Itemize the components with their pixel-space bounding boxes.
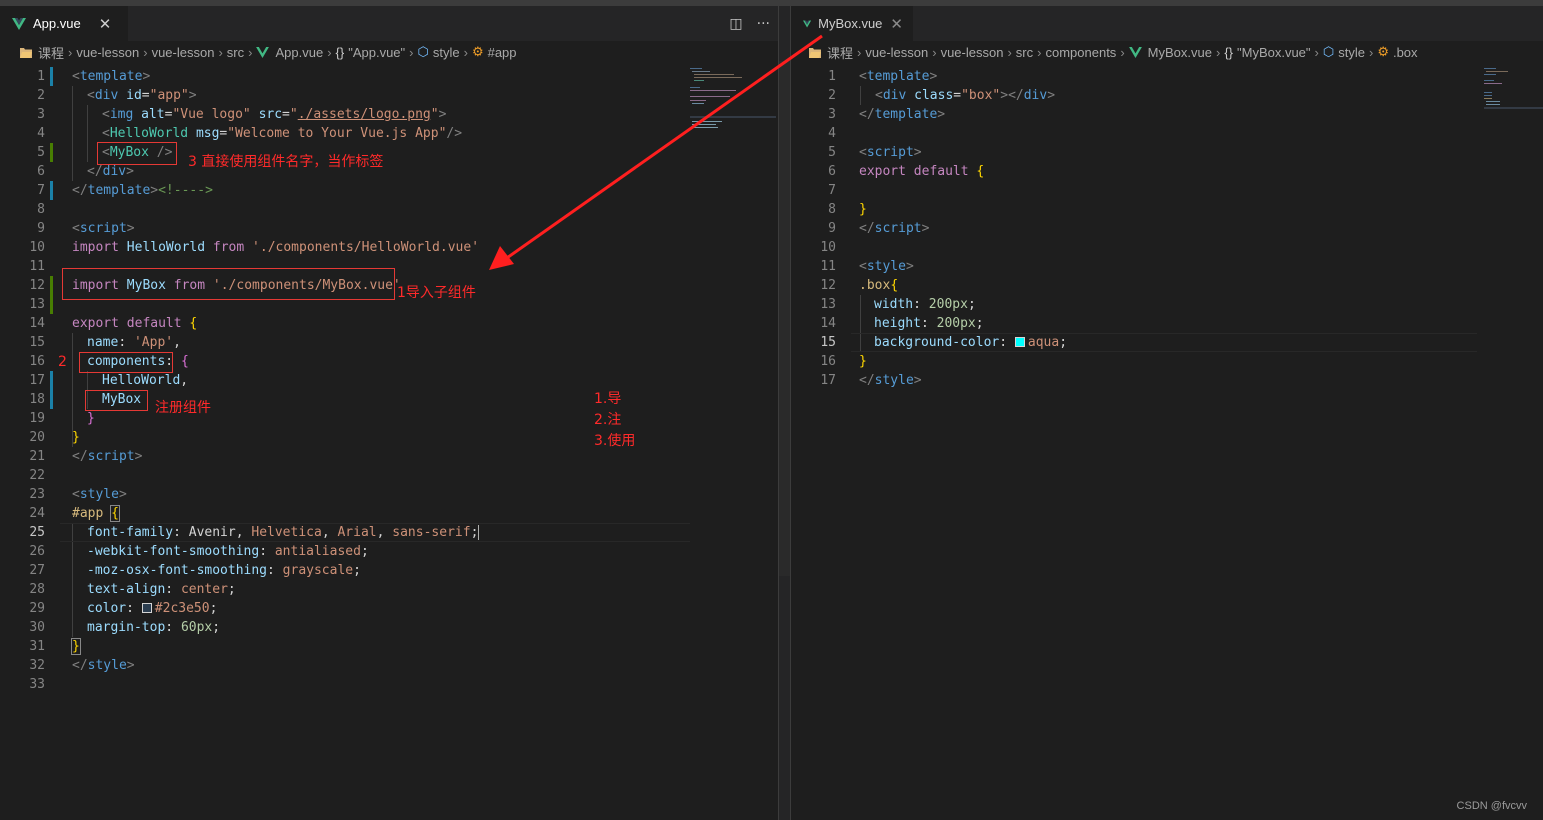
- close-icon[interactable]: ✕: [890, 15, 903, 33]
- editor-group-left: App.vue ✕ ◫ ··· 课程 › vue-lesson › vue-le…: [0, 6, 778, 820]
- breadcrumb-item[interactable]: 课程: [809, 43, 853, 62]
- breadcrumb-item[interactable]: {} "MyBox.vue": [1224, 45, 1310, 60]
- code-editor[interactable]: 1 <template> 2 <div class="box"></div> 3 </…: [791, 67, 1543, 820]
- chevron-right-icon: ›: [409, 44, 414, 60]
- breadcrumb-item[interactable]: ⚙ #app: [472, 44, 517, 60]
- gutter-added-marker: [50, 276, 53, 314]
- editor-group-right: MyBox.vue ✕ 课程 › vue-lesson › vue-lesson…: [791, 6, 1543, 820]
- breadcrumb-item[interactable]: ⬡ style: [1323, 44, 1365, 60]
- gutter-modified-marker: [50, 181, 53, 200]
- tab-app-vue[interactable]: App.vue ✕: [0, 6, 128, 41]
- close-icon[interactable]: ✕: [99, 15, 112, 33]
- indent-guide: [87, 371, 88, 409]
- color-swatch[interactable]: [141, 603, 152, 613]
- cube-icon: ⬡: [1322, 44, 1335, 59]
- chevron-right-icon: ›: [68, 44, 73, 60]
- chevron-right-icon: ›: [1120, 44, 1125, 60]
- breadcrumb-item[interactable]: ⚙ .box: [1377, 44, 1417, 60]
- breadcrumb: 课程 › vue-lesson › vue-lesson › src › App…: [0, 41, 778, 63]
- chevron-right-icon: ›: [143, 44, 148, 60]
- gutter-modified-marker: [50, 67, 53, 86]
- chevron-right-icon: ›: [1314, 44, 1319, 60]
- breadcrumb-item[interactable]: vue-lesson: [941, 45, 1004, 60]
- chevron-right-icon: ›: [1007, 44, 1012, 60]
- scrollbar-thumb[interactable]: [779, 61, 790, 576]
- braces-icon: {}: [335, 44, 345, 60]
- annotation-summary: 1.导 2.注 3.使用: [594, 389, 635, 452]
- indent-guide: [87, 105, 88, 162]
- symbol-tag-icon: ⚙: [1377, 44, 1389, 59]
- chevron-right-icon: ›: [1368, 44, 1374, 60]
- tab-label: MyBox.vue: [818, 16, 883, 31]
- chevron-right-icon: ›: [248, 44, 253, 60]
- chevron-right-icon: ›: [218, 44, 223, 60]
- vue-file-icon: [12, 17, 26, 30]
- tab-bar: MyBox.vue ✕: [791, 6, 1543, 41]
- summary-item: 2.注: [594, 412, 622, 428]
- folder-icon: [809, 47, 821, 58]
- breadcrumb-item[interactable]: src: [1016, 45, 1033, 60]
- minimap[interactable]: [690, 67, 776, 137]
- breadcrumb: 课程 › vue-lesson › vue-lesson › src › com…: [791, 41, 1543, 63]
- chevron-right-icon: ›: [857, 44, 862, 60]
- indent-guide: [860, 86, 861, 105]
- folder-icon: [20, 47, 32, 58]
- tab-mybox-vue[interactable]: MyBox.vue ✕: [791, 6, 913, 41]
- chevron-right-icon: ›: [1037, 44, 1042, 60]
- gutter-added-marker: [50, 143, 53, 162]
- breadcrumb-item[interactable]: ⬡ style: [418, 44, 460, 60]
- summary-item: 1.导: [594, 391, 622, 407]
- summary-item: 3.使用: [594, 433, 636, 449]
- watermark: CSDN @fvcvv: [1456, 800, 1527, 812]
- tab-label: App.vue: [33, 16, 81, 31]
- chevron-right-icon: ›: [327, 44, 332, 60]
- chevron-right-icon: ›: [1215, 44, 1221, 60]
- editor-split-sash[interactable]: [778, 6, 791, 820]
- vue-file-icon: [1128, 46, 1142, 58]
- gutter-modified-marker: [50, 371, 53, 409]
- breadcrumb-item[interactable]: vue-lesson: [865, 45, 928, 60]
- vue-file-icon: [803, 20, 812, 27]
- chevron-right-icon: ›: [463, 44, 468, 60]
- braces-icon: {}: [1224, 44, 1233, 60]
- breadcrumb-item[interactable]: 课程: [20, 43, 64, 62]
- code-editor[interactable]: 1 <template> 2 <div id="app"> 3 <img alt="V…: [0, 67, 778, 820]
- breadcrumb-item[interactable]: components: [1045, 45, 1116, 60]
- vue-file-icon: [256, 46, 270, 58]
- tab-bar: App.vue ✕ ◫ ···: [0, 6, 778, 41]
- breadcrumb-item[interactable]: vue-lesson: [76, 45, 139, 60]
- split-editor-icon[interactable]: ◫: [729, 16, 742, 32]
- indent-guide: [72, 86, 73, 181]
- breadcrumb-item[interactable]: App.vue: [256, 45, 323, 60]
- chevron-right-icon: ›: [932, 44, 937, 60]
- annotation-register: 注册组件: [155, 400, 211, 416]
- more-actions-icon[interactable]: ···: [757, 16, 770, 32]
- editor-actions: ◫ ···: [729, 6, 770, 41]
- annotation-step3: 3 直接使用组件名字，当作标签: [188, 154, 384, 170]
- symbol-tag-icon: ⚙: [471, 44, 484, 59]
- annotation-step1: 1导入子组件: [397, 285, 476, 301]
- annotation-step2-number: 2: [58, 354, 67, 370]
- cube-icon: ⬡: [417, 44, 429, 59]
- breadcrumb-item[interactable]: {} "App.vue": [336, 45, 406, 60]
- color-swatch[interactable]: [1014, 337, 1025, 347]
- breadcrumb-item[interactable]: src: [227, 45, 244, 60]
- breadcrumb-item[interactable]: MyBox.vue: [1128, 45, 1212, 60]
- breadcrumb-item[interactable]: vue-lesson: [152, 45, 215, 60]
- minimap[interactable]: [1484, 67, 1543, 137]
